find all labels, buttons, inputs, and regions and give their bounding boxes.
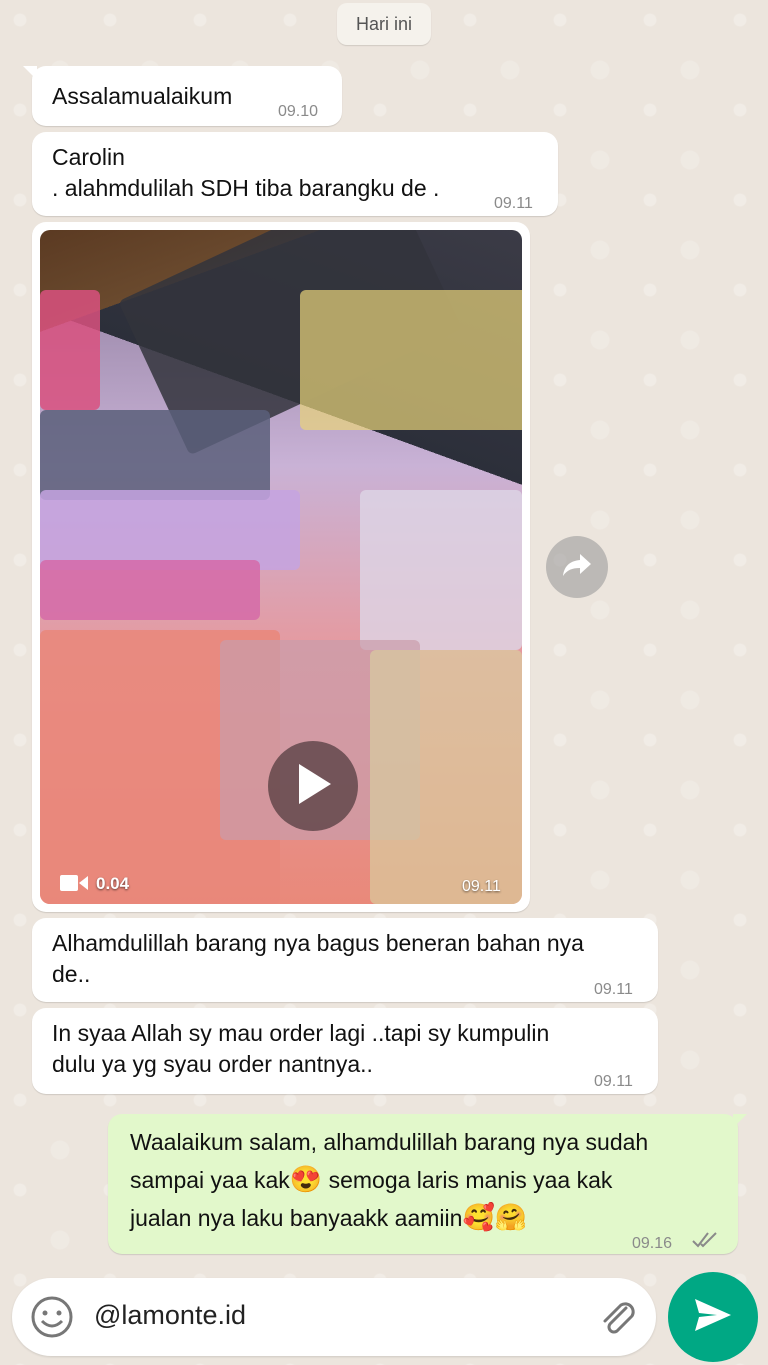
double-check-icon (692, 1226, 718, 1257)
paperclip-icon[interactable] (596, 1296, 640, 1345)
message-time: 09.11 (594, 981, 633, 998)
date-chip-label: Hari ini (355, 13, 412, 34)
forward-button[interactable] (546, 536, 608, 598)
message-composer[interactable]: @lamonte.id (12, 1278, 656, 1356)
forward-icon (562, 552, 592, 583)
message-incoming[interactable]: Assalamualaikum 09.10 (23, 66, 342, 126)
message-time: 09.11 (462, 878, 501, 895)
video-camera-icon (60, 874, 88, 897)
message-text: In syaa Allah sy mau order lagi ..tapi s… (52, 1020, 550, 1077)
message-time: 09.10 (278, 103, 319, 120)
video-duration: 0.04 (96, 874, 130, 893)
message-text: Carolin . alahmdulilah SDH tiba barangku… (52, 144, 440, 201)
message-text: Assalamualaikum (52, 83, 233, 109)
play-button[interactable] (268, 741, 358, 831)
message-line-1: Waalaikum salam, alhamdulillah barang ny… (130, 1129, 649, 1155)
message-text: Waalaikum salam, alhamdulillah barang ny… (130, 1124, 648, 1237)
message-line-3: jualan nya laku banyaakk aamiin (130, 1205, 463, 1231)
heart-eyes-emoji-icon: 😍 (289, 1164, 323, 1194)
message-time: 09.11 (594, 1073, 633, 1090)
message-input[interactable]: @lamonte.id (94, 1300, 246, 1331)
message-incoming[interactable]: Alhamdulillah barang nya bagus beneran b… (32, 918, 658, 1002)
message-incoming[interactable]: Carolin . alahmdulilah SDH tiba barangku… (32, 132, 558, 216)
hugging-emoji-icon: 🥰🤗 (462, 1202, 528, 1232)
send-button[interactable] (668, 1272, 758, 1362)
message-line-2a: sampai yaa kak (130, 1167, 290, 1193)
video-message[interactable]: 0.04 09.11 (32, 222, 530, 912)
send-icon (693, 1297, 733, 1338)
message-line-2b: semoga laris manis yaa kak (322, 1167, 613, 1193)
message-text: Alhamdulillah barang nya bagus beneran b… (52, 930, 584, 987)
message-time: 09.16 (632, 1235, 673, 1252)
message-incoming[interactable]: In syaa Allah sy mau order lagi ..tapi s… (32, 1008, 658, 1094)
play-icon (293, 762, 333, 811)
message-time: 09.11 (494, 195, 533, 212)
date-chip: Hari ini (337, 3, 431, 45)
emoji-icon[interactable] (30, 1295, 74, 1344)
message-outgoing[interactable]: Waalaikum salam, alhamdulillah barang ny… (108, 1114, 747, 1257)
